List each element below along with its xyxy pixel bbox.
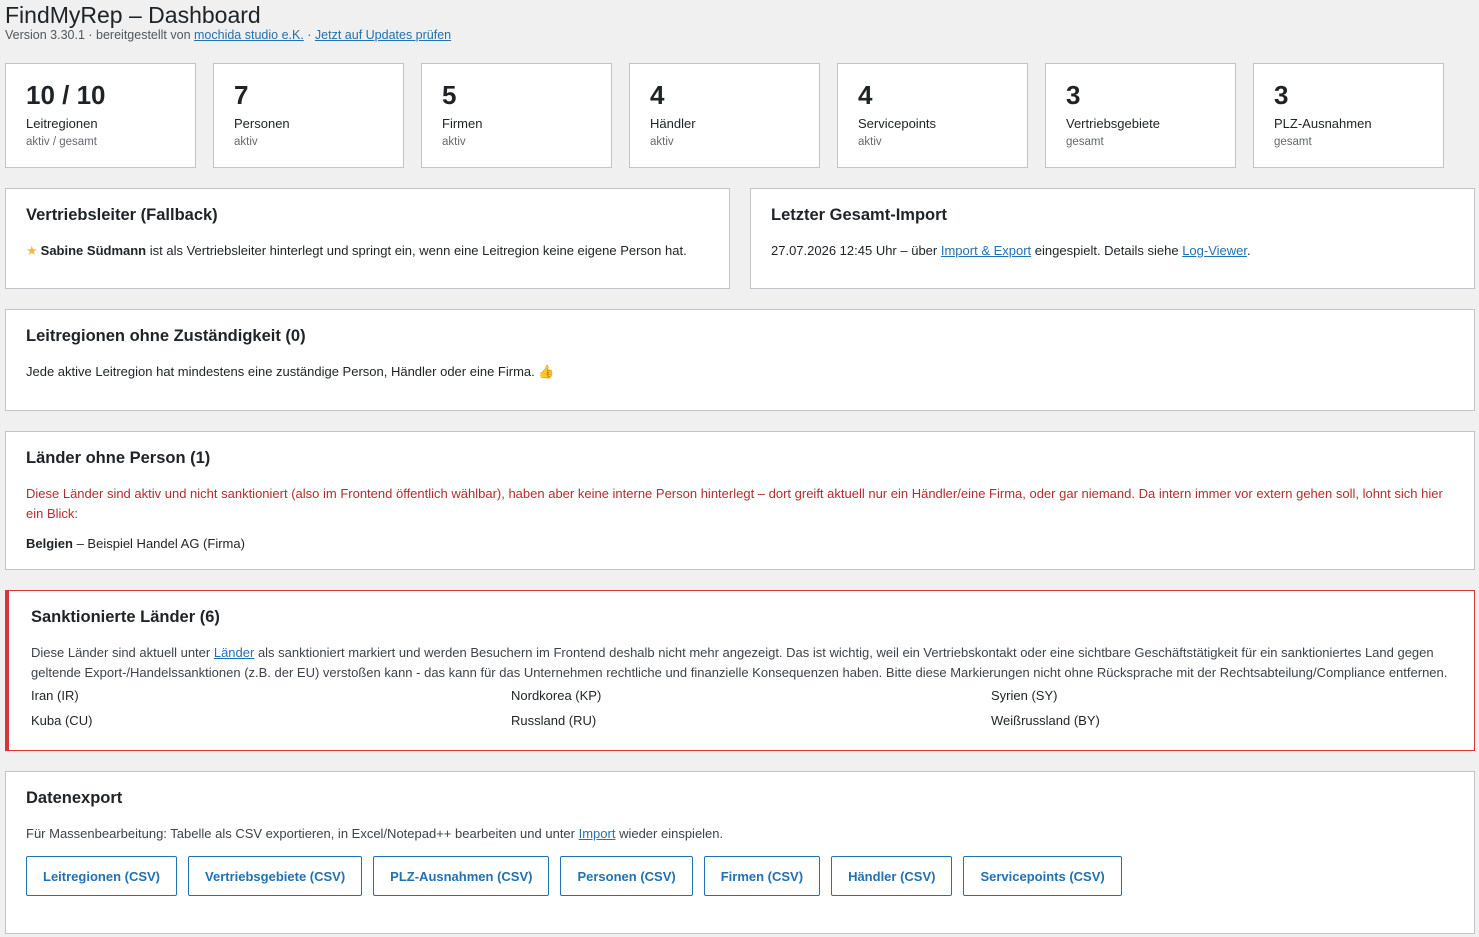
sanctioned-title: Sanktionierte Länder (6) <box>31 608 220 626</box>
star-icon: ★ <box>26 243 38 258</box>
regions-title: Leitregionen ohne Zuständigkeit (0) <box>26 327 306 345</box>
version-text: Version 3.30.1 · bereitgestellt von <box>5 28 195 42</box>
list-item: Weißrussland (BY) <box>991 713 1100 728</box>
stat-card-personen: 7 Personen aktiv <box>213 63 404 168</box>
countries-warning: Diese Länder sind aktiv und nicht sankti… <box>26 486 1443 521</box>
stat-card-leitregionen: 10 / 10 Leitregionen aktiv / gesamt <box>5 63 196 168</box>
stat-sublabel: gesamt <box>1066 136 1104 148</box>
regions-text: Jede aktive Leitregion hat mindestens ei… <box>26 364 555 379</box>
last-import-title: Letzter Gesamt-Import <box>771 206 948 224</box>
page-title: FindMyRep – Dashboard <box>5 2 261 28</box>
stat-card-vertriebsgebiete: 3 Vertriebsgebiete gesamt <box>1045 63 1236 168</box>
stat-label: Händler <box>650 116 696 131</box>
import-middle-text: eingespielt. Details siehe <box>1031 243 1183 258</box>
stat-sublabel: aktiv <box>442 136 466 148</box>
last-import-text: 27.07.2026 12:45 Uhr – über Import & Exp… <box>771 241 1454 261</box>
fallback-title: Vertriebsleiter (Fallback) <box>26 206 218 224</box>
export-suffix: wieder einspielen. <box>615 826 724 841</box>
version-line: Version 3.30.1 · bereitgestellt von moch… <box>5 28 451 42</box>
stat-number: 4 <box>858 80 873 110</box>
stat-card-firmen: 5 Firmen aktiv <box>421 63 612 168</box>
stat-label: Personen <box>234 116 290 131</box>
stat-number: 10 / 10 <box>26 80 106 110</box>
export-plz-ausnahmen-button[interactable]: PLZ-Ausnahmen (CSV) <box>373 856 550 896</box>
stat-sublabel: aktiv <box>234 136 258 148</box>
stat-number: 3 <box>1066 80 1081 110</box>
fallback-description: ist als Vertriebsleiter hinterlegt und s… <box>146 243 687 258</box>
fallback-card: Vertriebsleiter (Fallback) ★ Sabine Südma… <box>5 188 730 289</box>
stat-label: Servicepoints <box>858 116 937 131</box>
export-firmen-button[interactable]: Firmen (CSV) <box>703 856 821 896</box>
stat-sublabel: aktiv <box>650 136 674 148</box>
export-vertriebsgebiete-button[interactable]: Vertriebsgebiete (CSV) <box>188 856 363 896</box>
list-item: Nordkorea (KP) <box>511 688 602 703</box>
laender-link[interactable]: Länder <box>214 645 254 660</box>
sanctioned-list: Iran (IR) Nordkorea (KP) Syrien (SY) Kub… <box>31 686 1454 731</box>
export-personen-button[interactable]: Personen (CSV) <box>560 856 693 896</box>
countries-without-person-card: Länder ohne Person (1) Diese Länder sind… <box>5 431 1475 570</box>
fallback-text: ★ Sabine Südmann ist als Vertriebsleiter … <box>26 241 709 261</box>
list-item: Belgien – Beispiel Handel AG (Firma) <box>26 534 1454 554</box>
stat-number: 3 <box>1274 80 1289 110</box>
import-export-link[interactable]: Import & Export <box>941 243 1031 258</box>
stat-sublabel: aktiv <box>858 136 882 148</box>
stat-card-haendler: 4 Händler aktiv <box>629 63 820 168</box>
list-item: Iran (IR) <box>31 688 79 703</box>
log-viewer-link[interactable]: Log-Viewer <box>1182 243 1247 258</box>
export-leitregionen-button[interactable]: Leitregionen (CSV) <box>26 856 178 896</box>
export-text: Für Massenbearbeitung: Tabelle als CSV e… <box>26 824 1454 844</box>
version-separator: · <box>303 28 315 42</box>
stat-label: Firmen <box>442 116 483 131</box>
page-header: FindMyRep – Dashboard Version 3.30.1 · b… <box>5 2 451 42</box>
stat-sublabel: aktiv / gesamt <box>26 136 97 148</box>
countries-title: Länder ohne Person (1) <box>26 449 211 467</box>
stat-sublabel: gesamt <box>1274 136 1312 148</box>
country-detail: – Beispiel Handel AG (Firma) <box>72 536 245 551</box>
import-link[interactable]: Import <box>579 826 616 841</box>
data-export-card: Datenexport Für Massenbearbeitung: Tabel… <box>5 771 1475 934</box>
country-name: Belgien <box>26 536 73 551</box>
sanctioned-text: Diese Länder sind aktuell unter Länder a… <box>31 643 1454 683</box>
export-haendler-button[interactable]: Händler (CSV) <box>831 856 953 896</box>
export-buttons: Leitregionen (CSV) Vertriebsgebiete (CSV… <box>26 856 1454 896</box>
sanctioned-countries-card: Sanktionierte Länder (6) Diese Länder si… <box>5 590 1475 751</box>
vendor-link[interactable]: mochida studio e.K. <box>194 28 304 42</box>
stat-number: 4 <box>650 80 665 110</box>
stat-label: Vertriebsgebiete <box>1066 116 1160 131</box>
list-item: Syrien (SY) <box>991 688 1058 703</box>
export-title: Datenexport <box>26 789 123 807</box>
check-updates-link[interactable]: Jetzt auf Updates prüfen <box>315 28 451 42</box>
import-date-text: 27.07.2026 12:45 Uhr – über <box>771 243 941 258</box>
stat-card-plz-ausnahmen: 3 PLZ-Ausnahmen gesamt <box>1253 63 1444 168</box>
export-prefix: Für Massenbearbeitung: Tabelle als CSV e… <box>26 826 579 841</box>
stat-card-servicepoints: 4 Servicepoints aktiv <box>837 63 1028 168</box>
regions-without-responsibility-card: Leitregionen ohne Zuständigkeit (0) Jede… <box>5 309 1475 411</box>
last-import-card: Letzter Gesamt-Import 27.07.2026 12:45 U… <box>750 188 1475 289</box>
list-item: Kuba (CU) <box>31 713 93 728</box>
import-suffix: . <box>1247 243 1251 258</box>
stat-number: 7 <box>234 80 249 110</box>
list-item: Russland (RU) <box>511 713 597 728</box>
stat-number: 5 <box>442 80 457 110</box>
stat-label: Leitregionen <box>26 116 98 131</box>
sanctioned-prefix: Diese Länder sind aktuell unter <box>31 645 214 660</box>
fallback-person: Sabine Südmann <box>40 243 147 258</box>
stats-row: 10 / 10 Leitregionen aktiv / gesamt 7 Pe… <box>5 63 1444 168</box>
stat-label: PLZ-Ausnahmen <box>1274 116 1372 131</box>
export-servicepoints-button[interactable]: Servicepoints (CSV) <box>963 856 1122 896</box>
